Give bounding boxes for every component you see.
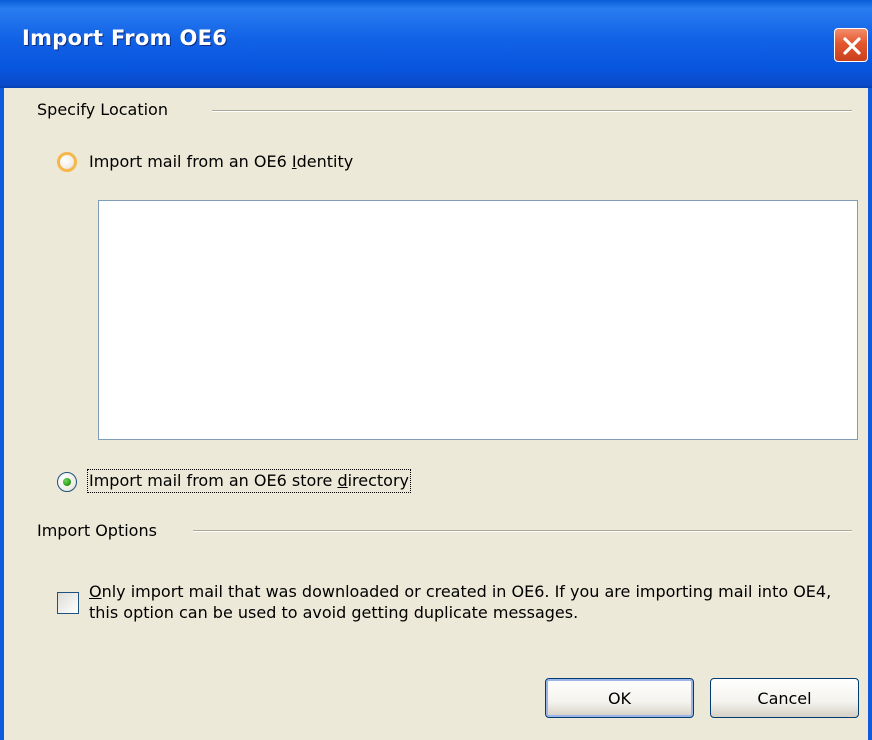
only-oe6-checkbox[interactable]: [57, 592, 79, 614]
specify-location-label: Specify Location: [37, 100, 168, 119]
import-options-label: Import Options: [37, 521, 157, 540]
specify-location-divider: [212, 110, 852, 112]
store-directory-radio[interactable]: [57, 472, 77, 492]
close-button[interactable]: [834, 28, 868, 62]
identity-radio[interactable]: [57, 152, 77, 172]
ok-button[interactable]: OK: [545, 678, 694, 718]
store-directory-radio-label[interactable]: Import mail from an OE6 store directory: [86, 469, 412, 493]
identity-radio-label[interactable]: Import mail from an OE6 Identity: [89, 152, 353, 172]
identity-list[interactable]: [98, 200, 858, 440]
cancel-button[interactable]: Cancel: [710, 678, 859, 718]
window-frame-left: [0, 88, 4, 740]
title-bar[interactable]: Import From OE6: [0, 0, 872, 88]
import-options-divider: [193, 530, 852, 532]
radio-selected-dot: [63, 478, 71, 486]
window-title: Import From OE6: [22, 26, 228, 50]
close-icon: [843, 37, 861, 55]
only-oe6-checkbox-label[interactable]: Only import mail that was downloaded or …: [89, 581, 859, 623]
window-frame-right: [868, 88, 872, 740]
